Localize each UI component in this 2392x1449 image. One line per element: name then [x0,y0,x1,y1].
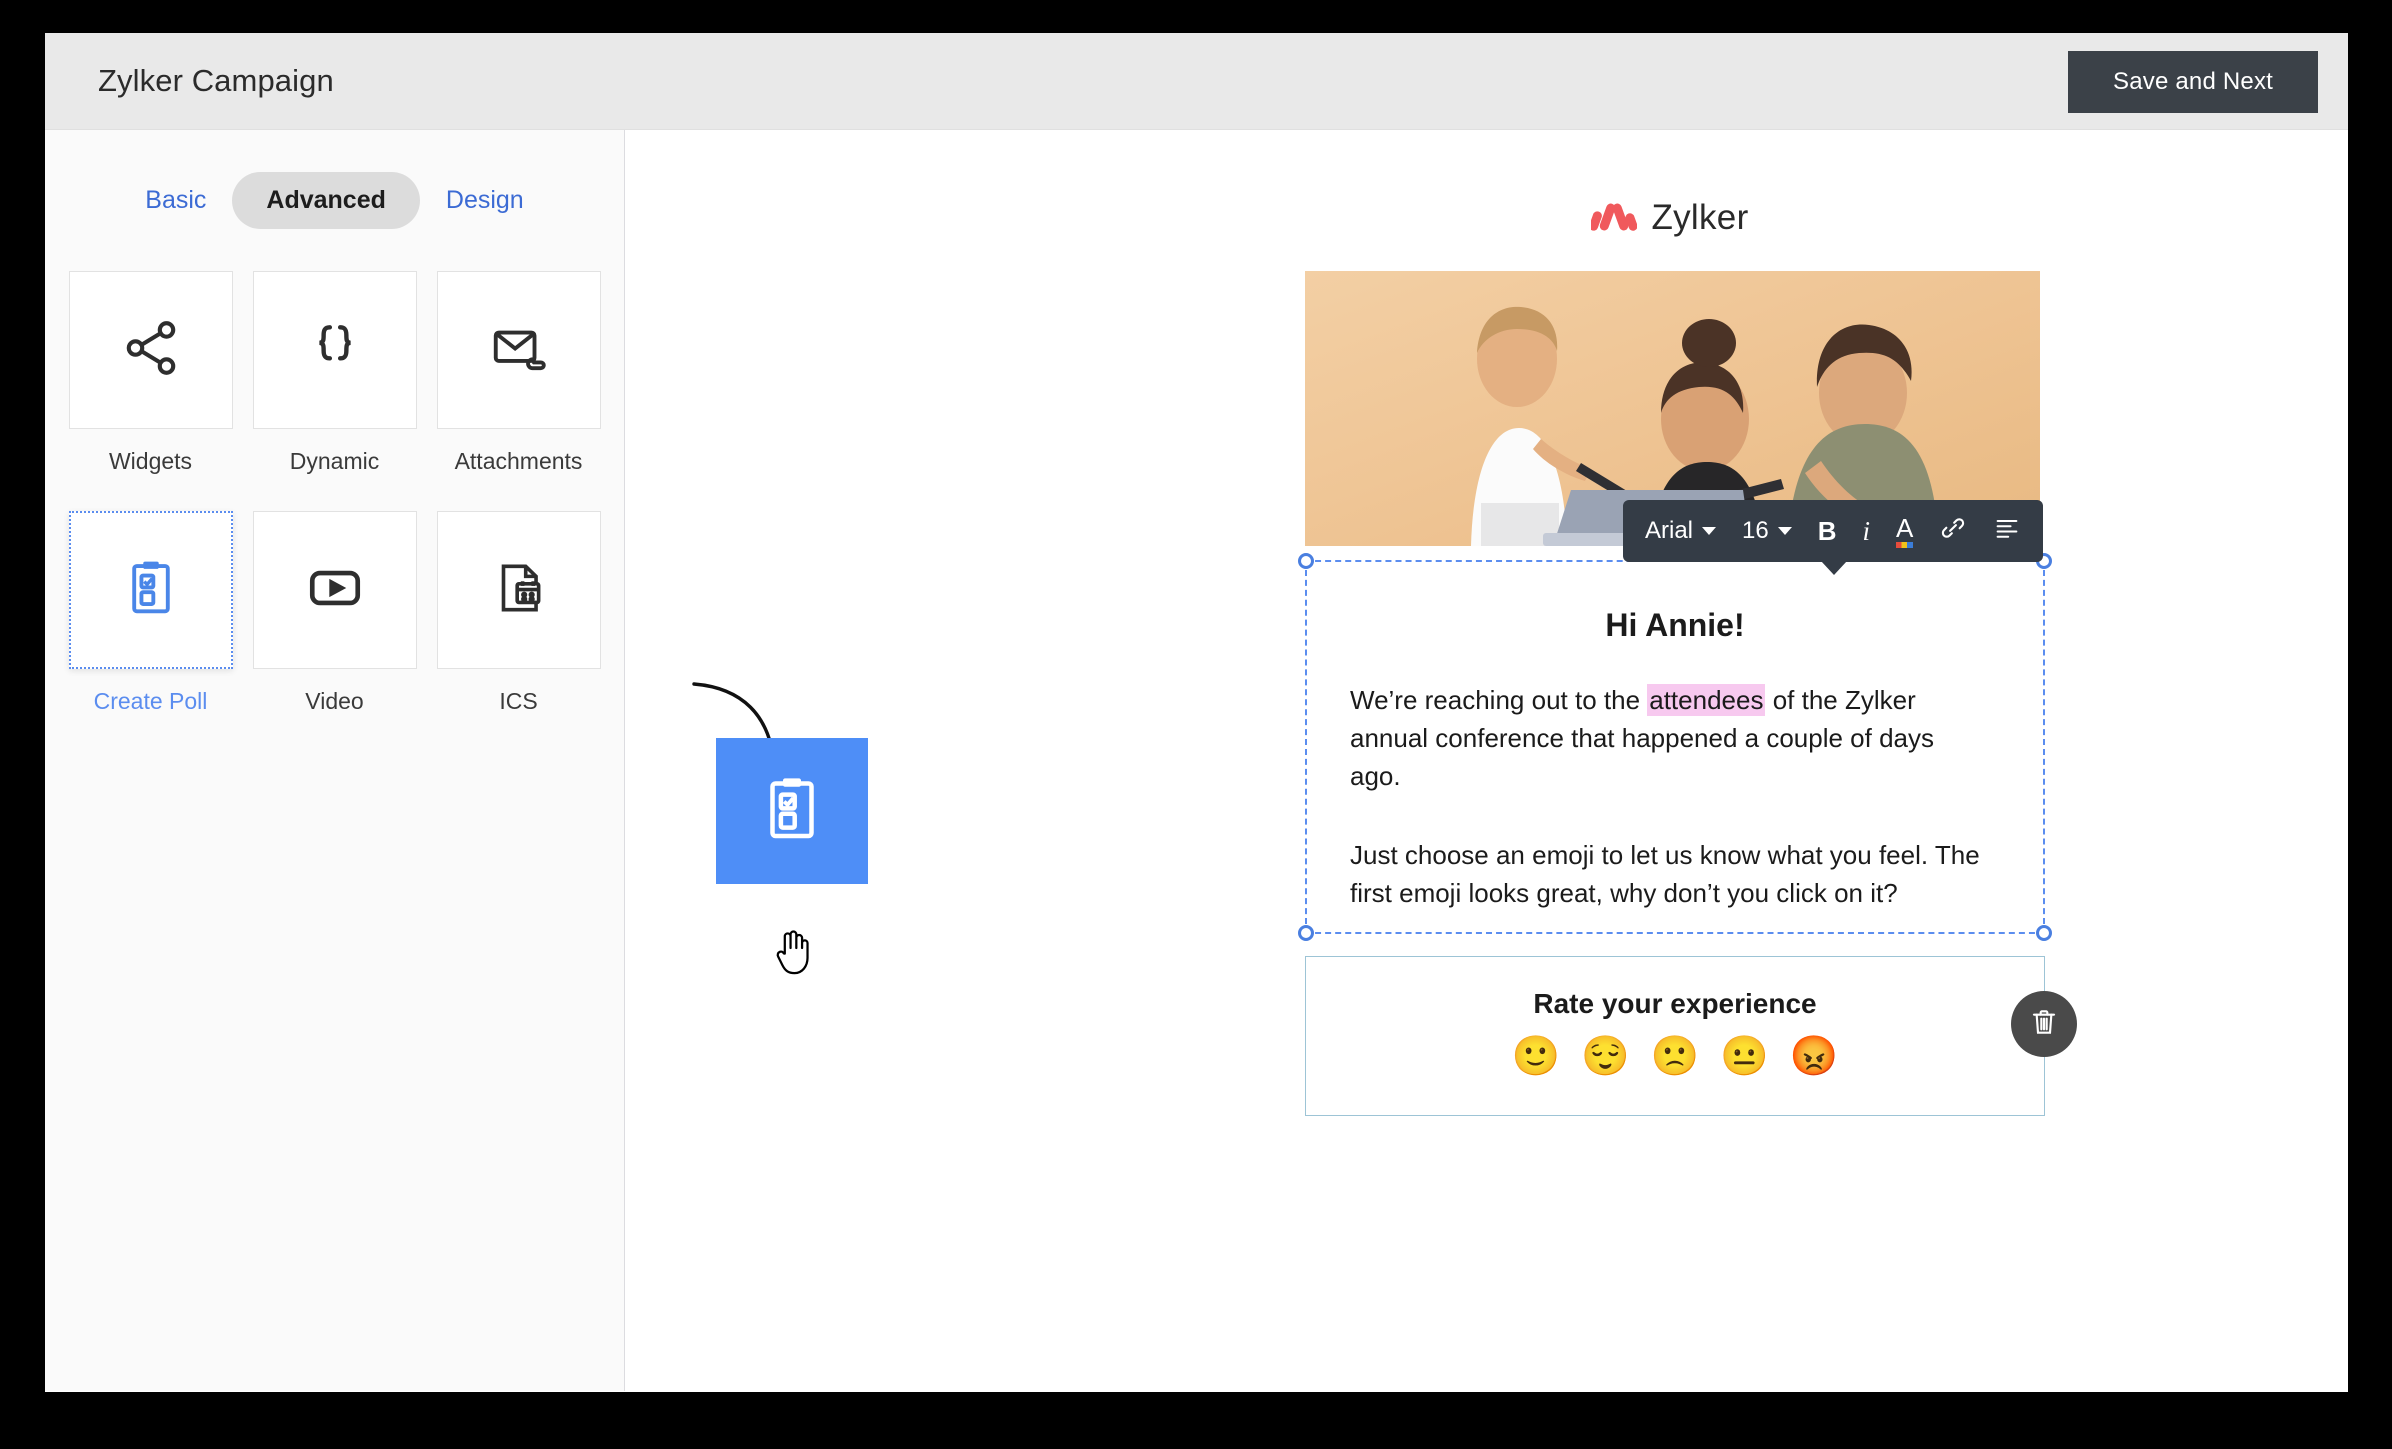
email-preview: Zylker Hi Annie! We’re reaching out to t… [1020,130,2320,1116]
align-left-icon [1993,514,2021,549]
italic-button[interactable]: i [1863,516,1871,547]
align-left-button[interactable] [1993,514,2021,549]
widget-tile-video[interactable] [252,511,417,669]
text-color-letter: A [1896,512,1914,543]
calendar-document-icon [488,557,550,624]
sidebar-tabs: Basic Advanced Design [45,172,624,229]
text-color-button[interactable]: A [1896,512,1914,548]
clipboard-checklist-icon [120,557,182,624]
email-paragraph-1: We’re reaching out to the attendees of t… [1350,681,1990,796]
link-icon [1939,514,1967,549]
tab-design[interactable]: Design [420,172,550,229]
resize-handle-top-left[interactable] [1298,553,1314,569]
widget-tile-attachments[interactable] [436,271,601,429]
top-bar: Zylker Campaign Save and Next [45,33,2348,130]
save-and-next-button[interactable]: Save and Next [2068,51,2318,113]
drag-ghost-create-poll[interactable] [716,738,868,884]
tab-basic[interactable]: Basic [119,172,232,229]
widget-cell-dynamic: Dynamic [252,271,417,511]
poll-emoji-neutral[interactable]: 😐 [1720,1037,1769,1076]
widget-label-ics: ICS [499,688,538,714]
delete-poll-button[interactable] [2011,991,2077,1057]
font-family-value: Arial [1645,517,1694,544]
widget-tile-dynamic[interactable] [252,271,417,429]
widget-grid: Widgets Dynamic Attachments Create Poll … [45,271,624,751]
poll-emoji-slightly-smiling[interactable]: 🙂 [1512,1037,1561,1076]
email-greeting: Hi Annie! [1605,607,1745,643]
widget-label-video: Video [305,688,364,714]
poll-title: Rate your experience [1533,988,1817,1019]
resize-handle-bottom-right[interactable] [2036,925,2052,941]
share-icon [120,317,182,384]
trash-icon [2028,1006,2060,1043]
email-paragraph-2: Just choose an emoji to let us know what… [1350,839,1980,908]
hand-pointer-cursor-icon [771,928,813,981]
widget-label-dynamic: Dynamic [289,448,380,474]
poll-emoji-angry[interactable]: 😡 [1790,1037,1839,1076]
zylker-logo-icon [1589,199,1638,238]
envelope-attachment-icon [488,317,550,384]
font-size-dropdown[interactable]: 16 [1742,517,1792,545]
highlighted-word: attendees [1647,684,1766,716]
sidebar: Basic Advanced Design Widgets Dynamic At… [45,130,625,1391]
widget-tile-widgets[interactable] [68,271,233,429]
chevron-down-icon [1777,527,1792,535]
email-canvas: Zylker Hi Annie! We’re reaching out to t… [625,130,2348,1391]
paragraph-1-before: We’re reaching out to the [1350,685,1648,715]
widget-cell-ics: ICS [436,511,601,751]
tab-advanced[interactable]: Advanced [232,172,420,229]
widget-tile-create-poll[interactable] [68,511,233,669]
brand-name: Zylker [1651,198,1749,237]
font-size-value: 16 [1742,517,1769,544]
widget-cell-create-poll: Create Poll [68,511,233,751]
widget-tile-ics[interactable] [436,511,601,669]
bold-button[interactable]: B [1818,516,1837,547]
brand-header: Zylker [1020,130,2320,264]
widget-cell-widgets: Widgets [68,271,233,511]
color-swatch-bar [1896,541,1914,548]
poll-emoji-row: 🙂 😌 🙁 😐 😡 [1306,1037,2044,1076]
widget-cell-attachments: Attachments [436,271,601,511]
widget-cell-video: Video [252,511,417,751]
page-title: Zylker Campaign [98,63,334,98]
font-family-dropdown[interactable]: Arial [1645,517,1717,545]
resize-handle-bottom-left[interactable] [1298,925,1314,941]
poll-emoji-slightly-frowning[interactable]: 🙁 [1651,1037,1700,1076]
application-window: Zylker Campaign Save and Next Basic Adva… [45,33,2348,1392]
email-text-block[interactable]: Hi Annie! We’re reaching out to the atte… [1298,553,2052,941]
chevron-down-icon [1702,527,1717,535]
formatting-toolbar: Arial 16 B i A [1623,500,2044,575]
insert-link-button[interactable] [1939,514,1967,549]
curly-braces-icon [304,317,366,384]
body-split: Basic Advanced Design Widgets Dynamic At… [45,130,2348,1391]
poll-block[interactable]: Rate your experience 🙂 😌 🙁 😐 😡 [1305,956,2077,1116]
poll-emoji-relieved[interactable]: 😌 [1581,1037,1630,1076]
widget-label-attachments: Attachments [454,448,583,474]
play-button-icon [304,557,366,624]
clipboard-checklist-icon [756,773,828,850]
widget-label-create-poll: Create Poll [93,688,208,714]
widget-label-widgets: Widgets [108,448,193,474]
